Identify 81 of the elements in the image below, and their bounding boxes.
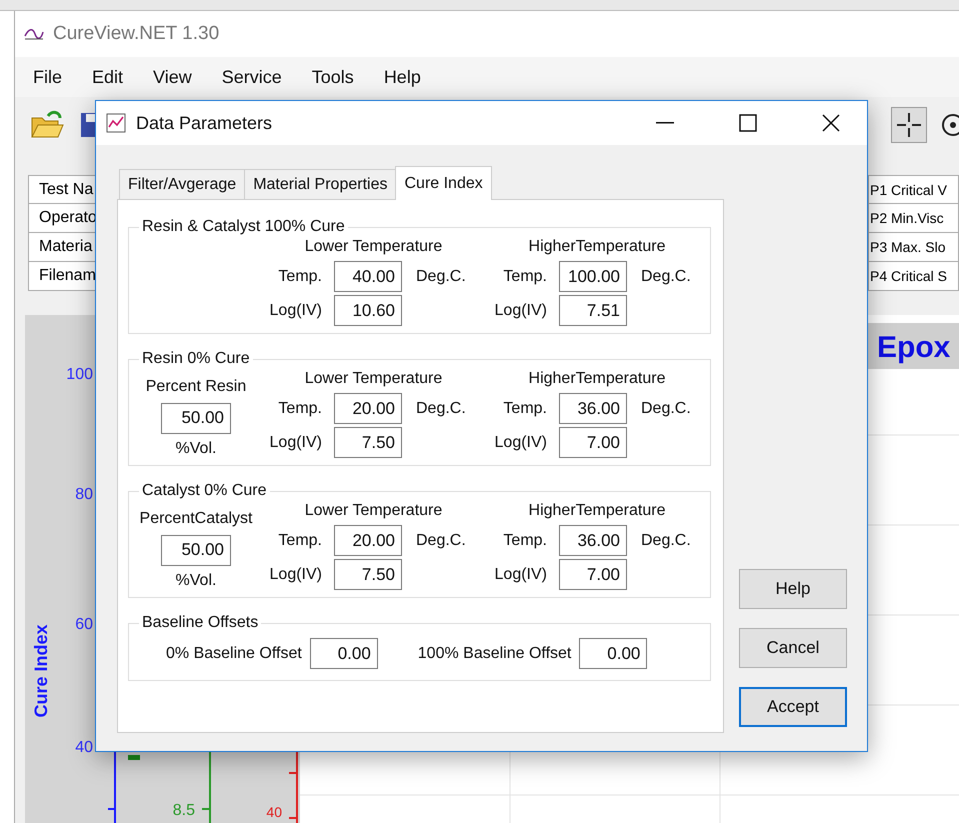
dialog-button[interactable]: Accept xyxy=(739,687,847,727)
crosshair-button[interactable] xyxy=(891,107,927,143)
column-heading: HigherTemperature xyxy=(528,502,666,520)
unit-label: Deg.C. xyxy=(640,268,692,286)
menu-item[interactable]: Tools xyxy=(300,66,366,88)
maximize-icon xyxy=(738,114,756,132)
group-title: Resin 0% Cure xyxy=(141,350,251,368)
number-field[interactable]: 7.50 xyxy=(334,559,402,590)
app-logo-icon xyxy=(23,26,45,42)
axis-tick-label: 40 xyxy=(75,739,93,756)
dialog-button[interactable]: Cancel xyxy=(739,628,847,668)
unit-label: Deg.C. xyxy=(640,400,692,418)
dialog-title: Data Parameters xyxy=(136,112,274,134)
info-cell: P3 Max. Slo xyxy=(868,233,959,262)
field-label: Log(IV) xyxy=(494,434,548,452)
column-heading: Lower Temperature xyxy=(304,502,444,520)
minimize-icon xyxy=(656,122,674,124)
field-label: 0% Baseline Offset xyxy=(166,644,302,662)
number-field[interactable]: 7.50 xyxy=(334,427,402,458)
close-icon xyxy=(822,114,840,132)
menu-item[interactable]: View xyxy=(141,66,204,88)
number-field[interactable]: 50.00 xyxy=(161,402,231,434)
number-field[interactable]: 20.00 xyxy=(334,525,402,556)
field-label: Log(IV) xyxy=(268,566,323,584)
group-title: Catalyst 0% Cure xyxy=(141,482,268,500)
info-cell: P2 Min.Visc xyxy=(868,204,959,233)
unit-label: Deg.C. xyxy=(415,268,467,286)
unit-label: %Vol. xyxy=(176,572,216,590)
menu-item[interactable]: Edit xyxy=(80,66,136,88)
group-title: Baseline Offsets xyxy=(141,614,260,632)
menu-item[interactable]: File xyxy=(21,66,74,88)
field-label: Temp. xyxy=(277,400,323,418)
number-field[interactable]: 40.00 xyxy=(334,261,402,292)
info-cell: P4 Critical S xyxy=(868,262,959,291)
field-label: 100% Baseline Offset xyxy=(418,644,572,662)
axis-tick-label: 80 xyxy=(75,486,93,503)
number-field[interactable]: 50.00 xyxy=(161,534,231,566)
axis-tick-label: 40 xyxy=(266,804,282,820)
axis-tick-label: 100 xyxy=(66,366,93,383)
field-label: Temp. xyxy=(277,268,323,286)
number-field[interactable]: 10.60 xyxy=(334,295,402,326)
number-field[interactable]: 100.00 xyxy=(559,261,627,292)
column-heading: Lower Temperature xyxy=(304,238,444,256)
chart-icon xyxy=(106,113,126,133)
field-label: Log(IV) xyxy=(268,434,323,452)
field-label: Temp. xyxy=(502,532,548,550)
field-label: Temp. xyxy=(502,268,548,286)
app-title: CureView.NET 1.30 xyxy=(53,23,220,45)
tab[interactable]: Filter/Avgerage xyxy=(119,169,246,199)
number-field[interactable]: 20.00 xyxy=(334,393,402,424)
number-field[interactable]: 0.00 xyxy=(310,638,378,669)
number-field[interactable]: 36.00 xyxy=(559,525,627,556)
field-label: PercentCatalyst xyxy=(140,510,252,528)
field-label: Percent Resin xyxy=(146,378,246,396)
number-field[interactable]: 7.51 xyxy=(559,295,627,326)
unit-label: Deg.C. xyxy=(415,532,467,550)
tab[interactable]: Cure Index xyxy=(395,166,492,200)
axis-tick-label: 60 xyxy=(75,616,93,633)
number-field[interactable]: 0.00 xyxy=(579,638,648,669)
column-heading: HigherTemperature xyxy=(528,238,666,256)
number-field[interactable]: 7.00 xyxy=(559,427,627,458)
field-label: Log(IV) xyxy=(494,566,548,584)
field-label: Temp. xyxy=(277,532,323,550)
field-label: Log(IV) xyxy=(268,302,323,320)
data-marker xyxy=(128,755,140,760)
unit-label: Deg.C. xyxy=(640,532,692,550)
field-label: Temp. xyxy=(502,400,548,418)
unit-label: %Vol. xyxy=(176,440,216,458)
number-field[interactable]: 36.00 xyxy=(559,393,627,424)
menu-item[interactable]: Help xyxy=(372,66,433,88)
dialog-button[interactable]: Help xyxy=(739,569,847,609)
field-label: Log(IV) xyxy=(494,302,548,320)
column-heading: Lower Temperature xyxy=(304,370,444,388)
chart-title: Epox xyxy=(877,331,950,364)
info-cell: P1 Critical V xyxy=(868,175,959,204)
column-heading: HigherTemperature xyxy=(528,370,666,388)
number-field[interactable]: 7.00 xyxy=(559,559,627,590)
axis-tick-label: 8.5 xyxy=(172,802,195,819)
unit-label: Deg.C. xyxy=(415,400,467,418)
menu-item[interactable]: Service xyxy=(210,66,294,88)
axis-title: Cure Index xyxy=(31,624,51,718)
